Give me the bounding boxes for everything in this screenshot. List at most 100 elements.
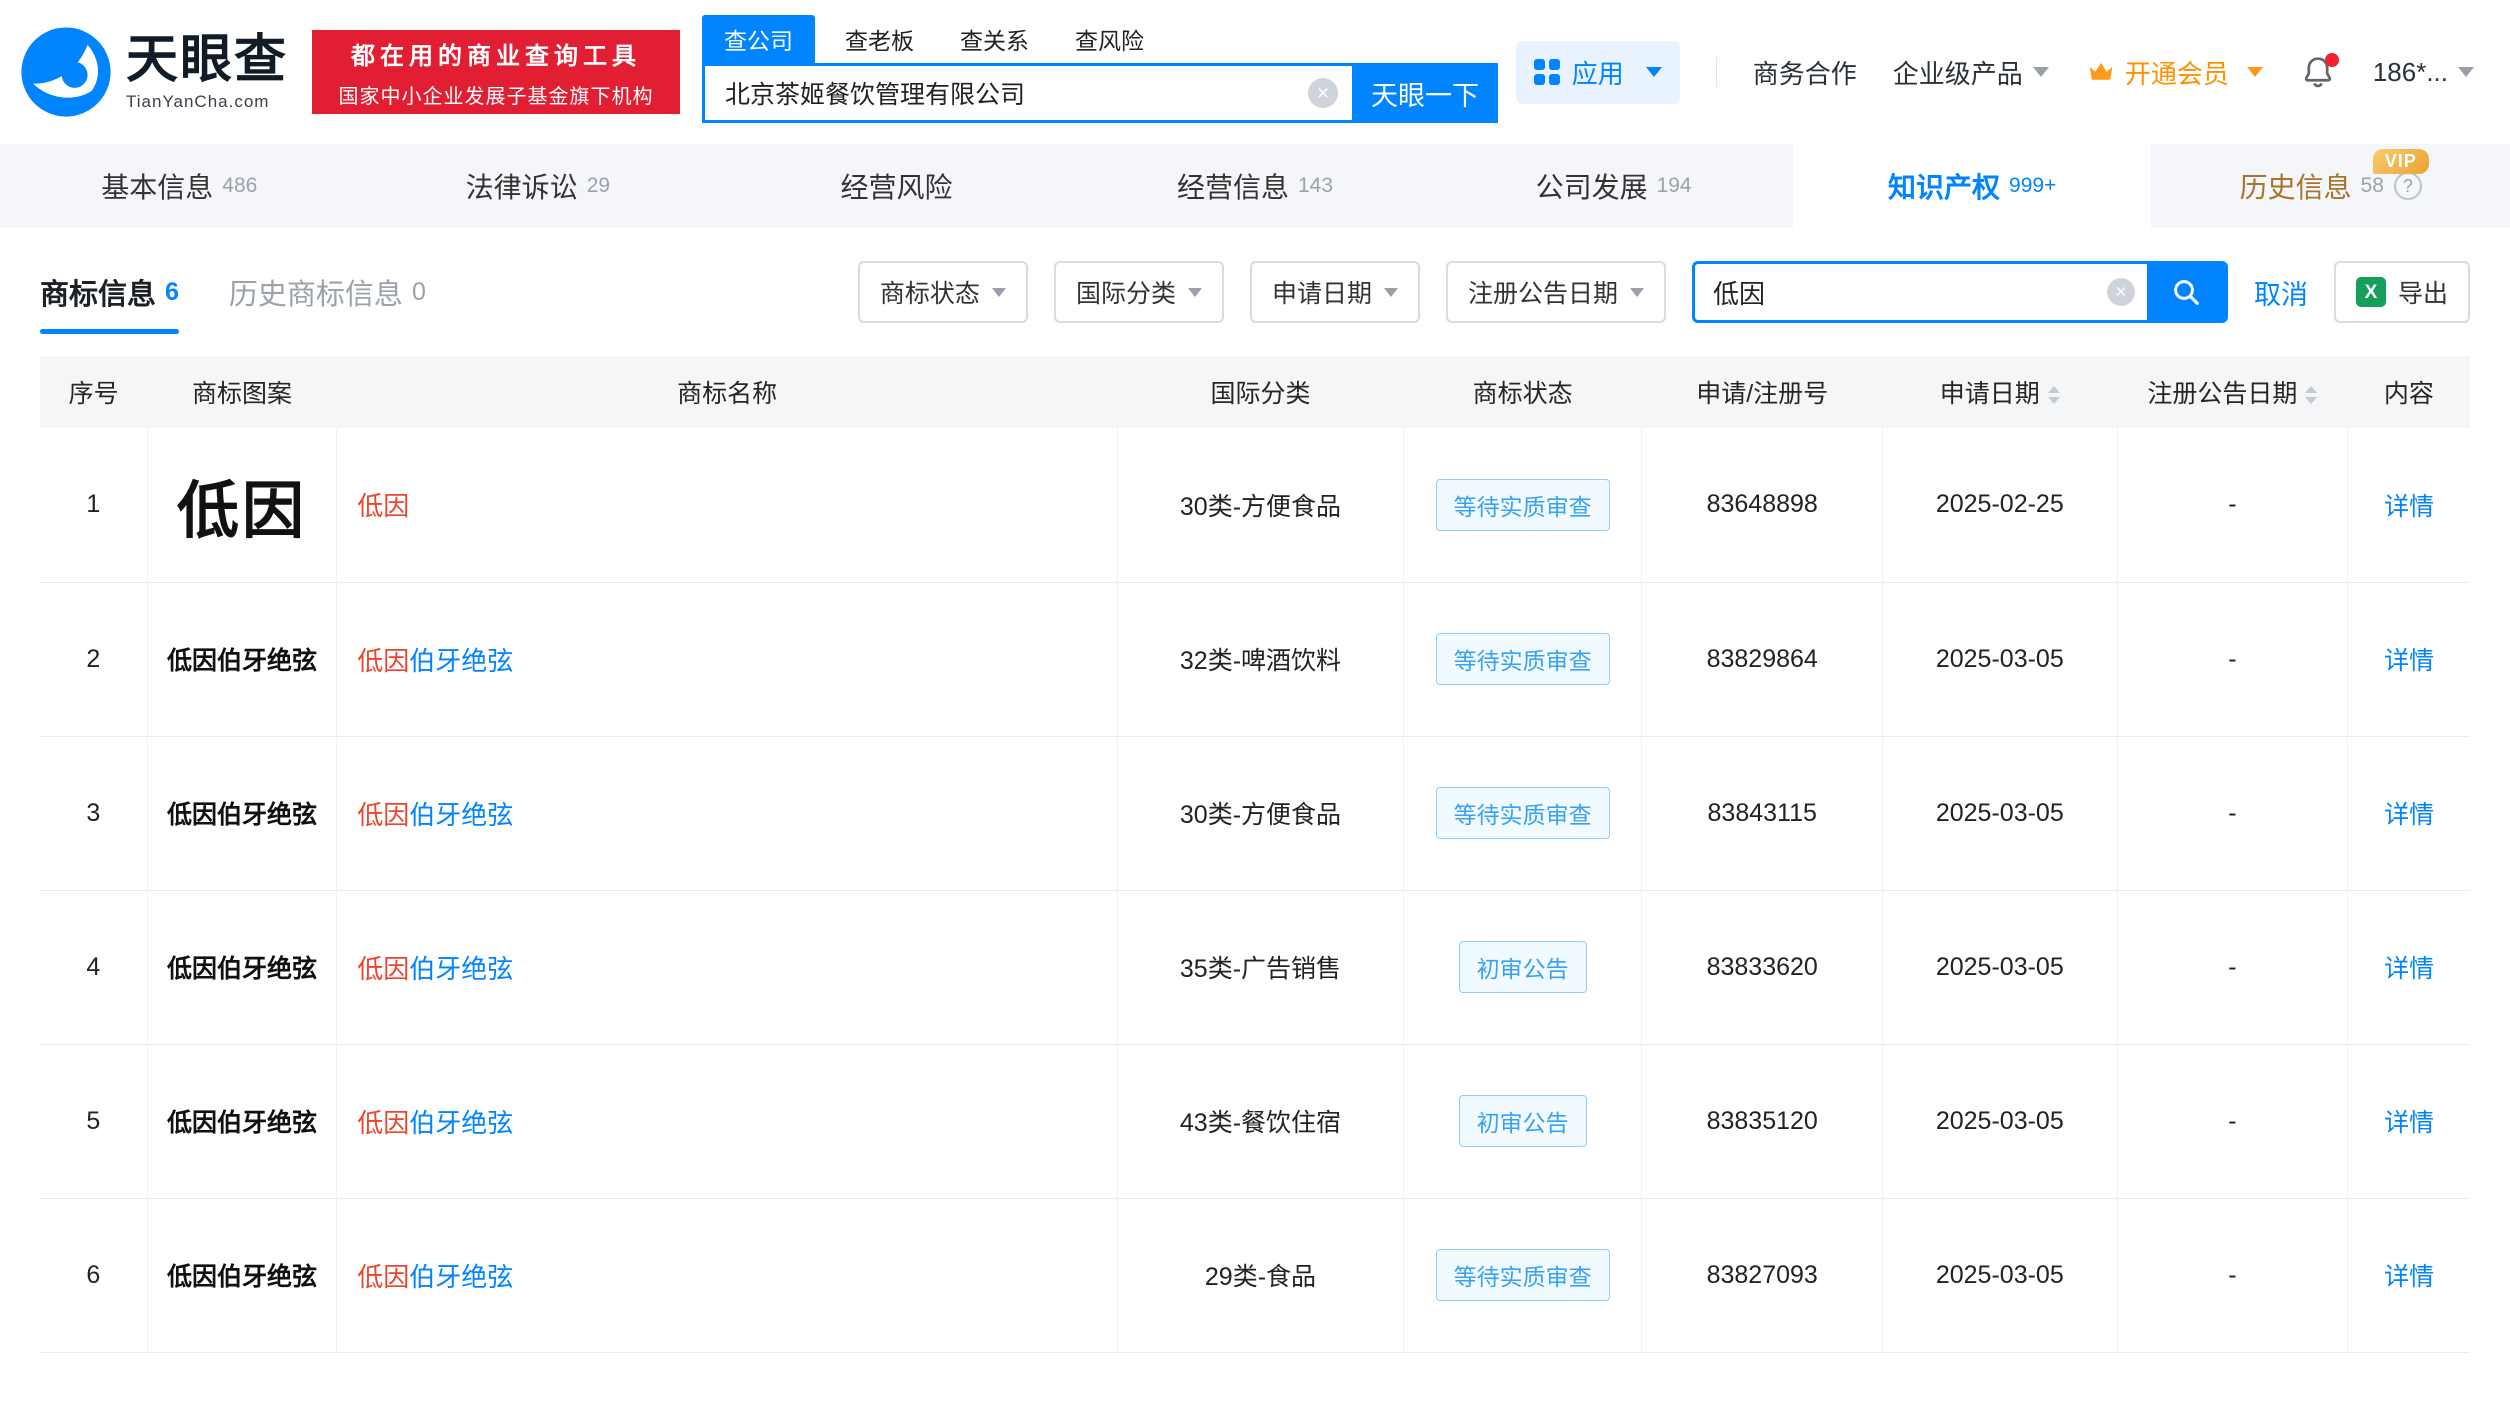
tab-count: 29	[586, 174, 611, 197]
name-rest: 伯牙绝弦	[409, 953, 514, 984]
user-label: 186*...	[2372, 56, 2448, 87]
trademark-image: 低因伯牙绝弦	[166, 1110, 317, 1137]
application-number-cell: 83829864	[1641, 582, 1883, 737]
column-header-trademark-status: 商标状态	[1403, 356, 1642, 428]
clear-icon[interactable]: ×	[1308, 78, 1339, 108]
chevron-down-icon	[991, 287, 1006, 297]
search-row: × 天眼一下	[702, 63, 1499, 123]
trademark-image-cell: 低因	[147, 428, 338, 583]
column-label: 注册公告日期	[2147, 380, 2298, 408]
table-header-row: 序号 商标图案 商标名称 国际分类 商标状态 申请/注册号 申请日期 注册公告日期 内容	[40, 356, 2470, 428]
brand-domain: TianYanCha.com	[126, 92, 270, 111]
sort-down-arrow	[2305, 397, 2318, 405]
tab-business-info[interactable]: 经营信息 143	[1076, 144, 1435, 228]
detail-link[interactable]: 详情	[2384, 1263, 2434, 1291]
name-rest: 伯牙绝弦	[409, 645, 514, 676]
tab-company-development[interactable]: 公司发展 194	[1434, 144, 1793, 228]
sort-up-arrow	[2305, 386, 2318, 394]
content-cell: 详情	[2347, 582, 2470, 737]
row-number: 3	[40, 736, 148, 891]
tab-history-info[interactable]: VIP 历史信息 58?	[2151, 144, 2510, 228]
status-cell: 初审公告	[1403, 890, 1643, 1045]
status-cell: 等待实质审查	[1403, 736, 1643, 891]
filter-apply-date[interactable]: 申请日期	[1249, 261, 1420, 323]
tianyancha-logo[interactable]: 天眼查 TianYanCha.com	[20, 26, 288, 118]
search-tab-company[interactable]: 查公司	[702, 15, 816, 63]
status-cell: 等待实质审查	[1403, 428, 1643, 583]
search-button[interactable]: 天眼一下	[1352, 63, 1499, 123]
trademark-name-link[interactable]: 低因伯牙绝弦	[357, 954, 513, 984]
trademark-name-link[interactable]: 低因伯牙绝弦	[357, 646, 513, 676]
chevron-down-icon	[1645, 67, 1662, 77]
keyword-input[interactable]	[1694, 276, 2107, 308]
apps-menu[interactable]: 应用	[1515, 40, 1680, 104]
sort-icon[interactable]	[2047, 386, 2060, 405]
filter-bar: 商标状态 国际分类 申请日期 注册公告日期 × 取消 X 导出	[857, 261, 2470, 323]
detail-link[interactable]: 详情	[2384, 955, 2434, 983]
row-number: 4	[40, 890, 148, 1045]
export-button[interactable]: X 导出	[2333, 261, 2470, 323]
column-label: 商标图案	[191, 380, 292, 408]
nav-enterprise-products[interactable]: 企业级产品	[1893, 54, 2049, 91]
column-header-application-date[interactable]: 申请日期	[1882, 356, 2118, 428]
trademark-name-link[interactable]: 低因	[357, 491, 409, 521]
vip-label: 开通会员	[2124, 58, 2229, 89]
application-date-cell: 2025-03-05	[1882, 1044, 2118, 1199]
notifications-bell[interactable]	[2299, 53, 2339, 91]
subtab-history-trademark-info[interactable]: 历史商标信息 0	[229, 228, 426, 356]
nav-business-cooperation[interactable]: 商务合作	[1753, 54, 1857, 91]
detail-link[interactable]: 详情	[2384, 1109, 2434, 1137]
filter-label: 申请日期	[1271, 280, 1372, 308]
trademark-image-cell: 低因伯牙绝弦	[147, 890, 338, 1045]
tab-intellectual-property[interactable]: 知识产权 999+	[1792, 144, 2152, 228]
search-tab-relation[interactable]: 查关系	[960, 15, 1029, 63]
company-search-input[interactable]	[725, 78, 1309, 108]
search-tab-risk[interactable]: 查风险	[1075, 15, 1144, 63]
detail-link[interactable]: 详情	[2384, 801, 2434, 829]
name-highlight: 低因	[357, 1261, 410, 1292]
clear-keyword-icon[interactable]: ×	[2106, 278, 2135, 306]
search-tab-boss[interactable]: 查老板	[845, 15, 914, 63]
trademark-name-link[interactable]: 低因伯牙绝弦	[357, 1262, 513, 1292]
tab-count: 999+	[2009, 174, 2057, 197]
subtab-label: 商标信息	[40, 279, 157, 311]
trademark-name-cell: 低因	[336, 428, 1119, 583]
top-right-nav: 应用 商务合作 企业级产品 开通会员 186*...	[1515, 40, 2474, 104]
keyword-search-button[interactable]	[2146, 264, 2225, 320]
cancel-link[interactable]: 取消	[2254, 273, 2308, 312]
column-header-registration-announce-date[interactable]: 注册公告日期	[2117, 356, 2348, 428]
tab-basic-info[interactable]: 基本信息 486	[0, 144, 359, 228]
help-icon[interactable]: ?	[2393, 172, 2422, 200]
tab-count: 194	[1656, 174, 1692, 197]
name-highlight: 低因	[357, 491, 410, 522]
filter-intl-class[interactable]: 国际分类	[1053, 261, 1224, 323]
name-rest: 伯牙绝弦	[409, 1107, 514, 1138]
trademark-name-link[interactable]: 低因伯牙绝弦	[357, 1108, 513, 1138]
apps-label: 应用	[1571, 58, 1624, 89]
filter-reg-announce-date[interactable]: 注册公告日期	[1445, 261, 1666, 323]
tab-business-risk[interactable]: 经营风险	[717, 144, 1076, 228]
name-highlight: 低因	[357, 1107, 410, 1138]
trademark-image-cell: 低因伯牙绝弦	[147, 1044, 338, 1199]
nav-open-vip[interactable]: 开通会员	[2085, 54, 2263, 91]
detail-link[interactable]: 详情	[2384, 647, 2434, 675]
search-area: 查公司查老板查关系查风险 × 天眼一下	[702, 15, 1499, 123]
detail-link[interactable]: 详情	[2384, 493, 2434, 521]
name-highlight: 低因	[357, 799, 410, 830]
sort-up-arrow	[2047, 386, 2060, 394]
intl-class-cell: 30类-方便食品	[1117, 736, 1404, 891]
sort-icon[interactable]	[2305, 386, 2318, 405]
user-account[interactable]: 186*...	[2373, 57, 2474, 88]
divider	[1715, 57, 1717, 87]
nav-tabs: 基本信息 486 法律诉讼 29 经营风险 经营信息 143 公司发展 194 知识产权 999+ V…	[0, 144, 2510, 228]
trademark-name-link[interactable]: 低因伯牙绝弦	[357, 800, 513, 830]
chevron-down-icon	[2458, 67, 2474, 77]
column-label: 申请/注册号	[1696, 380, 1829, 408]
application-date-cell: 2025-03-05	[1882, 890, 2118, 1045]
tab-label: 基本信息	[101, 172, 214, 203]
filter-trademark-status[interactable]: 商标状态	[857, 261, 1028, 323]
intl-class-cell: 30类-方便食品	[1117, 428, 1404, 583]
subtab-trademark-info[interactable]: 商标信息 6	[40, 228, 179, 356]
chevron-down-icon	[2246, 67, 2263, 77]
tab-legal-proceedings[interactable]: 法律诉讼 29	[359, 144, 718, 228]
